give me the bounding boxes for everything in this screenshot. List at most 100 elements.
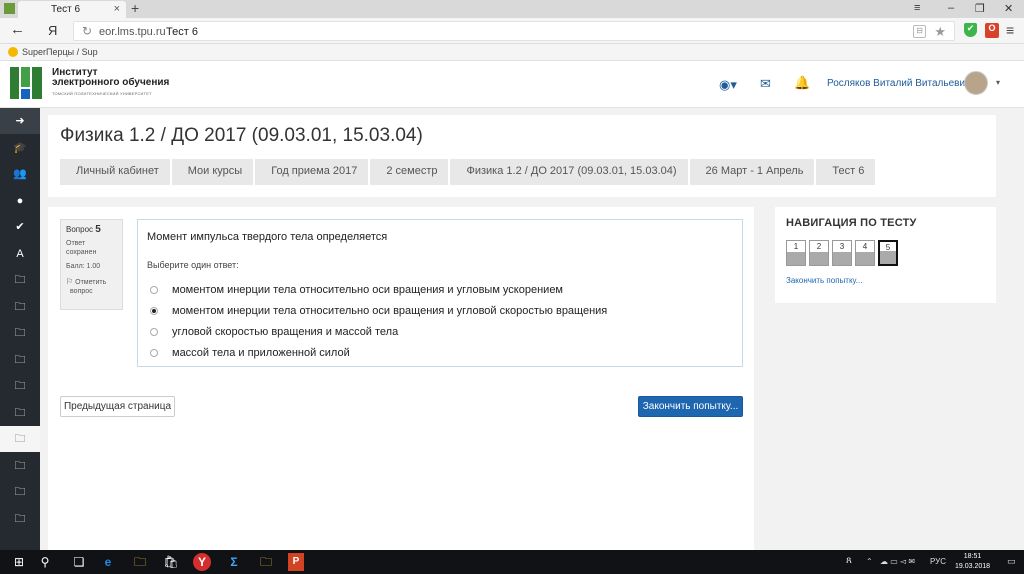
bookmark-play-icon	[8, 47, 18, 57]
url-text: eor.lms.tpu.ru	[99, 26, 166, 38]
quiz-nav-button[interactable]: 4	[855, 240, 875, 266]
answer-text: моментом инерции тела относительно оси в…	[172, 305, 608, 317]
breadcrumb-item[interactable]: 2 семестр	[370, 159, 449, 185]
answer-radio[interactable]	[150, 307, 158, 315]
protect-shield-icon[interactable]: ✔	[964, 23, 977, 37]
reload-icon[interactable]: ↻	[82, 24, 92, 38]
sum-app-icon[interactable]: Σ	[225, 553, 243, 571]
quiz-nav-number: 3	[839, 242, 845, 251]
breadcrumb-item[interactable]: 26 Март - 1 Апрель	[689, 159, 815, 185]
breadcrumb-item[interactable]: Личный кабинет	[60, 159, 170, 185]
answer-prompt: Выберите один ответ:	[147, 260, 239, 270]
bookmark-item[interactable]: SuperПерцы / Sup	[22, 47, 98, 57]
dock-folder-icon[interactable]: 🗀	[0, 320, 40, 346]
window-minimize-icon[interactable]: –	[948, 2, 954, 14]
quiz-navigation: НАВИГАЦИЯ ПО ТЕСТУ 1 2 3 4 5 Закончить попыт…	[775, 207, 996, 303]
search-icon[interactable]: ⚲	[36, 553, 54, 571]
window-menu-icon[interactable]: ≡	[914, 2, 920, 14]
browser-tab[interactable]: Тест 6 ×	[18, 1, 126, 18]
bookmark-star-icon[interactable]: ★	[934, 24, 946, 40]
quiz-nav-number: 1	[793, 242, 799, 251]
quiz-nav-button[interactable]: 5	[878, 240, 898, 266]
answer-option[interactable]: массой тела и приложенной силой	[150, 345, 350, 361]
browser-menu-icon[interactable]: ≡	[1006, 22, 1014, 38]
finish-attempt-button[interactable]: Закончить попытку...	[638, 396, 743, 417]
dock-font-icon[interactable]: A	[0, 241, 40, 267]
user-name[interactable]: Росляков Виталий Витальевич	[827, 78, 970, 89]
quiz-nav-answered-fill	[856, 252, 874, 265]
language-globe-icon[interactable]: ◉▾	[719, 77, 737, 93]
messages-mail-icon[interactable]: ✉	[760, 76, 771, 92]
dock-folder-icon[interactable]: 🗀	[0, 267, 40, 293]
quiz-nav-answered-fill	[810, 252, 828, 265]
new-tab-icon[interactable]: +	[131, 0, 139, 16]
clock[interactable]: 18:51 19.03.2018	[955, 552, 990, 572]
store-icon[interactable]: 🛍	[162, 553, 180, 571]
dock-users-icon[interactable]: 👥	[0, 161, 40, 187]
tab-close-icon[interactable]: ×	[114, 3, 120, 15]
flag-line2: вопрос	[70, 288, 93, 295]
bookmarks-bar: SuperПерцы / Sup	[0, 44, 1024, 61]
people-icon[interactable]: ጸ	[846, 555, 852, 566]
previous-page-button[interactable]: Предыдущая страница	[60, 396, 175, 417]
task-view-icon[interactable]: ❏	[70, 553, 88, 571]
quiz-nav-button[interactable]: 2	[809, 240, 829, 266]
dock-courses-icon[interactable]: 🎓	[0, 135, 40, 161]
breadcrumb-item[interactable]: Мои курсы	[171, 159, 254, 185]
quiz-nav-button[interactable]: 3	[832, 240, 852, 266]
edge-icon[interactable]: e	[99, 553, 117, 571]
back-icon[interactable]: ←	[10, 21, 25, 38]
flag-question-button[interactable]: ⚐ Отметить вопрос	[66, 277, 117, 296]
dock-check-icon[interactable]: ✔	[0, 214, 40, 240]
dock-folder-icon[interactable]: 🗀	[0, 373, 40, 399]
answer-option[interactable]: моментом инерции тела относительно оси в…	[150, 303, 607, 319]
breadcrumb: Личный кабинет Мои курсы Год приема 2017 2 …	[60, 159, 877, 185]
dock-folder-icon[interactable]: 🗀	[0, 453, 40, 479]
powerpoint-icon[interactable]: P	[288, 553, 304, 571]
url-page-title: Тест 6	[166, 26, 198, 38]
dock-folder-icon[interactable]: 🗀	[0, 347, 40, 373]
office-extension-icon[interactable]: O	[985, 23, 999, 38]
yandex-browser-icon[interactable]: Y	[193, 553, 211, 571]
user-menu-caret-icon[interactable]: ▾	[996, 78, 1000, 87]
flag-icon: ⚐	[66, 277, 74, 286]
breadcrumb-item[interactable]: Год приема 2017	[255, 159, 369, 185]
answer-radio[interactable]	[150, 328, 158, 336]
dock-toggle-icon[interactable]: ➜	[0, 108, 40, 134]
answer-radio[interactable]	[150, 286, 158, 294]
question-grade: Балл: 1.00	[66, 263, 101, 270]
window-maximize-icon[interactable]: ❐	[975, 2, 985, 15]
answer-option[interactable]: угловой скоростью вращения и массой тела	[150, 324, 398, 340]
answer-radio[interactable]	[150, 349, 158, 357]
breadcrumb-item[interactable]: Физика 1.2 / ДО 2017 (09.03.01, 15.03.04…	[450, 159, 688, 185]
dock-folder-icon[interactable]: 🗀	[0, 426, 40, 452]
explorer-icon[interactable]: 🗀	[131, 553, 149, 571]
folder-app-icon[interactable]: 🗀	[257, 553, 275, 571]
finish-attempt-link[interactable]: Закончить попытку...	[786, 276, 862, 285]
question-status: Ответ сохранен	[66, 239, 117, 257]
start-icon[interactable]: ⊞	[10, 553, 28, 571]
institute-logo-icon[interactable]	[10, 67, 42, 99]
yandex-button[interactable]: Я	[48, 23, 57, 38]
avatar[interactable]	[964, 71, 988, 95]
dock-folder-icon[interactable]: 🗀	[0, 400, 40, 426]
address-bar: ← Я ↻ eor.lms.tpu.ru Тест 6 ⊟ ★	[0, 18, 1024, 44]
dock-folder-icon[interactable]: 🗀	[0, 506, 40, 532]
quiz-nav-button[interactable]: 1	[786, 240, 806, 266]
dock-folder-icon[interactable]: 🗀	[0, 294, 40, 320]
taskbar: ⊞ ⚲ ❏ e 🗀 🛍 Y Σ 🗀 P ጸ ⌃ ☁ ▭ ◅ ✉ РУС 18:5…	[0, 550, 1024, 574]
question-number: Вопрос 5	[66, 224, 117, 235]
url-field[interactable]: ↻ eor.lms.tpu.ru Тест 6 ⊟ ★	[73, 21, 955, 41]
dock-dot-icon[interactable]: ●	[0, 188, 40, 214]
language-indicator[interactable]: РУС	[930, 557, 946, 566]
flag-line1: Отметить	[75, 279, 107, 286]
reader-mode-icon[interactable]: ⊟	[913, 25, 926, 38]
breadcrumb-item[interactable]: Тест 6	[816, 159, 876, 185]
dock-folder-icon[interactable]: 🗀	[0, 479, 40, 505]
window-close-icon[interactable]: ✕	[1004, 2, 1013, 15]
tray-expand-icon[interactable]: ⌃	[866, 557, 873, 566]
answer-option[interactable]: моментом инерции тела относительно оси в…	[150, 282, 563, 298]
notifications-bell-icon[interactable]: 🔔	[794, 75, 810, 91]
tray-status-icons[interactable]: ☁ ▭ ◅ ✉	[880, 557, 915, 566]
notifications-icon[interactable]: ▭	[1007, 556, 1016, 567]
